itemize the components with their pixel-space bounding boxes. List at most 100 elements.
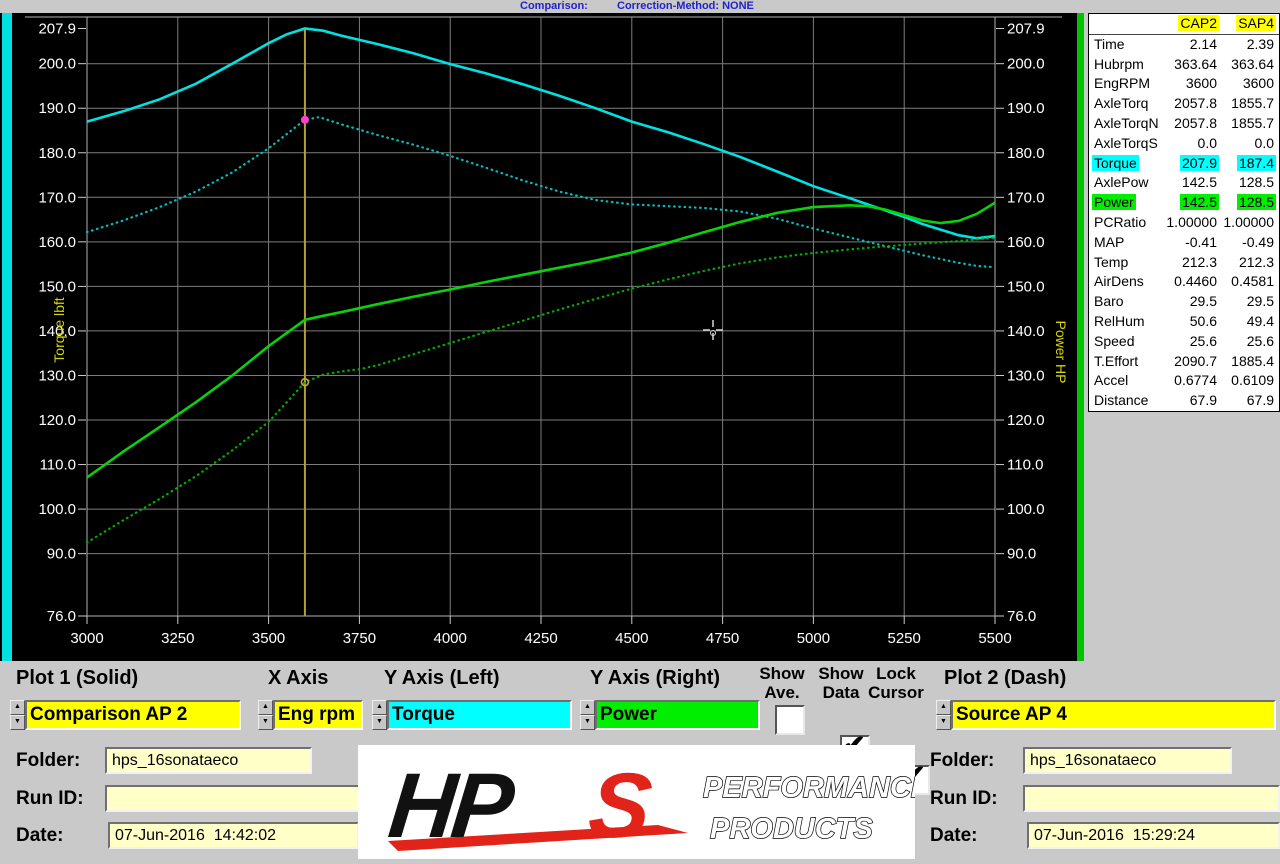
row-value-sap4: 3600: [1219, 74, 1279, 94]
plot1-selector[interactable]: ▲ ▼ Comparison AP 2: [10, 700, 241, 730]
y-tick-label-right: 150.0: [1007, 278, 1045, 295]
plot1-value[interactable]: Comparison AP 2: [25, 700, 241, 730]
y-tick-label-left: 76.0: [47, 608, 76, 625]
row-value-sap4: 187.4: [1219, 154, 1279, 174]
row-label: AxleTorqN: [1089, 114, 1163, 134]
x-tick-label: 5250: [888, 630, 921, 647]
row-label: AxleTorqS: [1089, 134, 1163, 154]
x-tick-label: 4500: [615, 630, 648, 647]
plot1-spinner[interactable]: ▲ ▼: [10, 700, 25, 730]
table-row: EngRPM36003600: [1089, 74, 1279, 94]
date-label-left: Date:: [16, 825, 64, 847]
row-label: Torque: [1089, 154, 1163, 174]
column-header-cap2: CAP2: [1178, 15, 1219, 31]
spin-down-button[interactable]: ▼: [936, 715, 951, 730]
yaxis-left-selector[interactable]: ▲ ▼ Torque: [372, 700, 572, 730]
lock-cursor-label: LockCursor: [864, 664, 928, 702]
x-tick-label: 3250: [161, 630, 194, 647]
spin-up-button[interactable]: ▲: [258, 700, 273, 715]
date-field-right[interactable]: 07-Jun-2016 15:29:24: [1027, 822, 1280, 849]
row-value-cap2: 25.6: [1163, 332, 1219, 352]
table-row: Temp212.3212.3: [1089, 253, 1279, 273]
plot2-spinner[interactable]: ▲ ▼: [936, 700, 951, 730]
show-ave-checkbox[interactable]: ✔: [775, 705, 805, 735]
table-row: AxleTorq2057.81855.7: [1089, 94, 1279, 114]
row-value-cap2: 0.0: [1163, 134, 1219, 154]
y-tick-label-right: 100.0: [1007, 501, 1045, 518]
row-value-cap2: 2057.8: [1163, 114, 1219, 134]
date-field-left[interactable]: 07-Jun-2016 14:42:02: [108, 822, 359, 849]
spin-up-button[interactable]: ▲: [372, 700, 387, 715]
x-tick-label: 4250: [524, 630, 557, 647]
y-tick-label-left: 160.0: [38, 234, 76, 251]
row-value-sap4: 0.0: [1219, 134, 1279, 154]
y-tick-label-right: 76.0: [1007, 608, 1036, 625]
spin-up-button[interactable]: ▲: [580, 700, 595, 715]
plot2-selector[interactable]: ▲ ▼ Source AP 4: [936, 700, 1276, 730]
row-label: AirDens: [1089, 272, 1163, 292]
xaxis-selector[interactable]: ▲ ▼ Eng rpm: [258, 700, 363, 730]
logo-panel: HP S PERFORMANCE PRODUCTS: [358, 745, 915, 859]
y-tick-label-left: 190.0: [38, 100, 76, 117]
yaxis-right-spinner[interactable]: ▲ ▼: [580, 700, 595, 730]
spin-down-button[interactable]: ▼: [580, 715, 595, 730]
table-row: AxlePow142.5128.5: [1089, 173, 1279, 193]
yaxis-right-selector[interactable]: ▲ ▼ Power: [580, 700, 760, 730]
logo-hp-text: HP: [384, 753, 519, 857]
runid-field-right[interactable]: [1023, 785, 1280, 812]
runid-label-right: Run ID:: [930, 788, 998, 810]
row-value-sap4: 128.5: [1219, 193, 1279, 213]
y-tick-label-right: 140.0: [1007, 323, 1045, 340]
top-status-bar: Comparison: Correction-Method: NONE: [0, 0, 1280, 13]
row-label: EngRPM: [1089, 74, 1163, 94]
row-value-sap4: 1855.7: [1219, 114, 1279, 134]
row-value-sap4: 29.5: [1219, 292, 1279, 312]
row-label: Accel: [1089, 371, 1163, 391]
xaxis-spinner[interactable]: ▲ ▼: [258, 700, 273, 730]
row-value-cap2: 142.5: [1163, 193, 1219, 213]
row-label: RelHum: [1089, 312, 1163, 332]
spin-up-button[interactable]: ▲: [936, 700, 951, 715]
logo-products-text: PRODUCTS: [710, 813, 873, 845]
table-row: MAP-0.41-0.49: [1089, 233, 1279, 253]
table-row: Speed25.625.6: [1089, 332, 1279, 352]
y-tick-label-left: 100.0: [38, 501, 76, 518]
row-label: Speed: [1089, 332, 1163, 352]
row-label: AxleTorq: [1089, 94, 1163, 114]
spin-down-button[interactable]: ▼: [258, 715, 273, 730]
row-value-cap2: 0.4460: [1163, 272, 1219, 292]
data-readout-table: CAP2 SAP4 Time2.142.39Hubrpm363.64363.64…: [1088, 13, 1280, 412]
y-tick-label-left: 150.0: [38, 278, 76, 295]
folder-field-left[interactable]: hps_16sonataeco: [105, 747, 312, 774]
row-value-cap2: 67.9: [1163, 391, 1219, 411]
right-axis-title: Power HP: [1053, 320, 1069, 383]
plot1-label: Plot 1 (Solid): [16, 667, 138, 690]
date-label-right: Date:: [930, 825, 978, 847]
comparison-label: Comparison:: [520, 0, 588, 13]
folder-field-right[interactable]: hps_16sonataeco: [1023, 747, 1232, 774]
dyno-chart[interactable]: 207.9207.9200.0200.0190.0190.0180.0180.0…: [0, 13, 1077, 661]
y-tick-label-right: 110.0: [1007, 457, 1043, 474]
yaxis-right-value[interactable]: Power: [595, 700, 760, 730]
y-tick-label-right: 190.0: [1007, 100, 1045, 117]
row-value-cap2: 0.6774: [1163, 371, 1219, 391]
table-row: Time2.142.39: [1089, 35, 1279, 55]
row-label: Distance: [1089, 391, 1163, 411]
spin-down-button[interactable]: ▼: [372, 715, 387, 730]
folder-label-left: Folder:: [16, 750, 80, 772]
row-label: Power: [1089, 193, 1163, 213]
spin-up-button[interactable]: ▲: [10, 700, 25, 715]
yaxis-left-value[interactable]: Torque: [387, 700, 572, 730]
row-label: T.Effort: [1089, 352, 1163, 372]
plot2-value[interactable]: Source AP 4: [951, 700, 1276, 730]
xaxis-value[interactable]: Eng rpm: [273, 700, 363, 730]
yaxis-left-spinner[interactable]: ▲ ▼: [372, 700, 387, 730]
y-tick-label-left: 180.0: [38, 145, 76, 162]
runid-field-left[interactable]: [105, 785, 360, 812]
correction-method-label: Correction-Method: NONE: [617, 0, 754, 13]
x-tick-label: 4750: [706, 630, 739, 647]
table-row: Power142.5128.5: [1089, 193, 1279, 213]
row-label: Hubrpm: [1089, 55, 1163, 75]
row-value-cap2: 2.14: [1163, 35, 1219, 55]
spin-down-button[interactable]: ▼: [10, 715, 25, 730]
